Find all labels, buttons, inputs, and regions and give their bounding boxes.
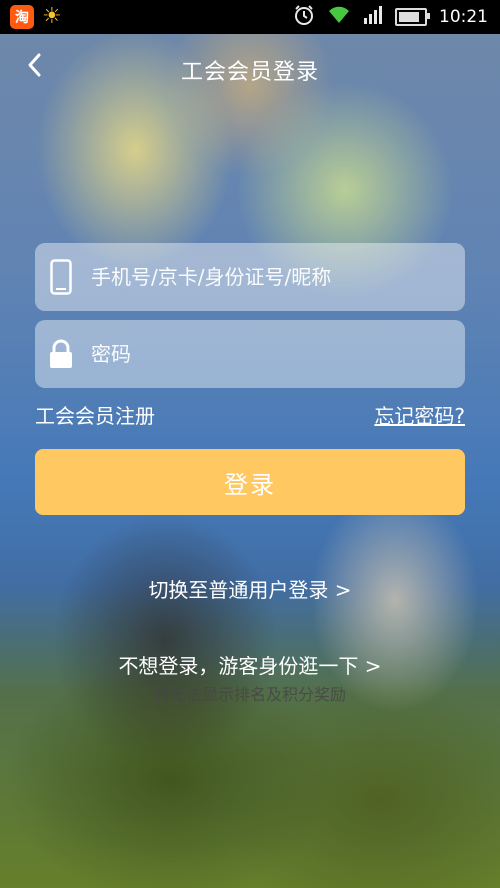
background-overlay [0,0,500,888]
password-field[interactable] [35,320,465,388]
auth-links-row: 工会会员注册 忘记密码? [35,396,465,430]
alarm-icon [293,4,315,30]
page-title: 工会会员登录 [180,60,319,85]
guest-note: 将无法显示排名及积分奖励 [153,685,346,704]
password-input[interactable] [87,320,465,388]
account-input[interactable] [87,243,465,311]
clock-time: 10:21 [439,7,488,27]
wifi-icon [327,5,351,29]
guest-browse-link[interactable]: 不想登录，游客身份逛一下 > [0,650,500,679]
login-button[interactable]: 登录 [35,449,465,515]
register-link[interactable]: 工会会员注册 [35,400,155,429]
sun-icon: ☀ [42,4,62,29]
status-bar: 淘 ☀ 10:21 [0,0,500,34]
signal-icon [363,6,383,28]
account-field[interactable] [35,243,465,311]
taobao-app-icon: 淘 [10,5,34,29]
battery-icon [395,8,430,26]
phone-icon [35,259,87,295]
switch-to-normal-user-link[interactable]: 切换至普通用户登录 > [0,574,500,603]
app-header: 工会会员登录 [0,34,500,104]
lock-icon [35,339,87,369]
forgot-password-link[interactable]: 忘记密码? [374,400,465,429]
